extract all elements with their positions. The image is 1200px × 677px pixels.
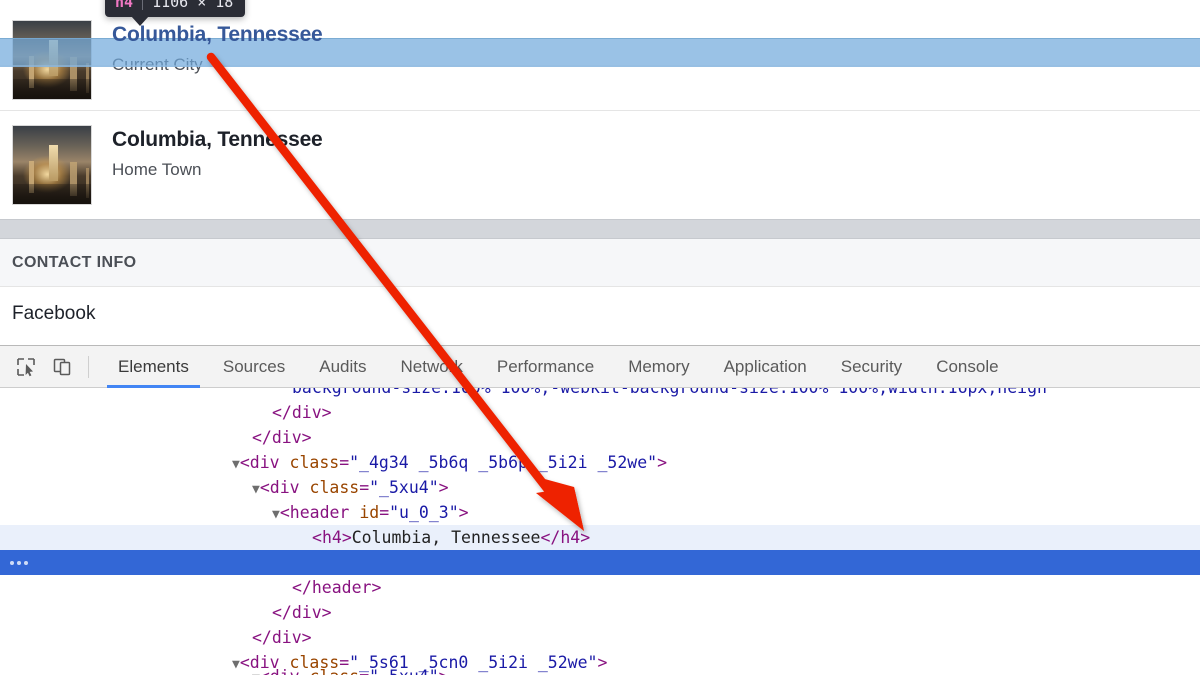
dom-line-h4-columbia[interactable]: <h4>Columbia, Tennessee</h4> (0, 525, 1200, 550)
devtools-toolbar: Elements Sources Audits Network Performa… (0, 346, 1200, 388)
devtools-inspect-screenshot: h4 1106 × 18 Columbia, Tennessee Current… (0, 0, 1200, 677)
expand-twisty-icon[interactable]: ▼ (252, 482, 260, 497)
tooltip-pointer-arrow (131, 16, 149, 26)
tooltip-tag-name: h4 (115, 0, 134, 11)
city-painting-thumbnail (12, 125, 92, 205)
tab-audits[interactable]: Audits (302, 346, 383, 388)
dom-line-div-5xu4[interactable]: ▼<div class="_5xu4"> (0, 475, 1200, 500)
tab-performance[interactable]: Performance (480, 346, 611, 388)
contact-info-header: CONTACT INFO (0, 239, 1200, 287)
dom-line-close-header[interactable]: </header> (0, 575, 1200, 600)
dom-line-div-4g34[interactable]: ▼<div class="_4g34 _5b6q _5b6p _5i2i _52… (0, 450, 1200, 475)
inspector-tooltip: h4 1106 × 18 (105, 0, 246, 26)
home-town-link[interactable]: Columbia, Tennessee (112, 127, 323, 153)
expand-twisty-icon[interactable]: ▼ (272, 507, 280, 522)
profile-row-home-town[interactable]: Columbia, Tennessee Home Town (0, 111, 1200, 219)
profile-row-text: Columbia, Tennessee Home Town (92, 125, 323, 182)
dom-line-header[interactable]: ▼<header id="u_0_3"> (0, 500, 1200, 525)
expand-twisty-icon: ▼ (252, 671, 260, 675)
tooltip-dimensions: 1106 × 18 (152, 0, 234, 11)
dom-line-clipped-bottom: ▼<div class="_5xu4"> (0, 664, 1200, 675)
dom-line-clipped-top: background-size:100% 100%;-webkit-backgr… (0, 388, 1200, 400)
tab-security[interactable]: Security (824, 346, 919, 388)
devtools-tab-bar: Elements Sources Audits Network Performa… (101, 346, 1016, 388)
inspect-element-icon[interactable] (8, 351, 44, 383)
dom-line-close-div[interactable]: </div> (0, 425, 1200, 450)
device-toolbar-icon[interactable] (44, 351, 80, 383)
tooltip-separator (142, 0, 144, 10)
tab-elements[interactable]: Elements (101, 346, 206, 388)
page-viewport: h4 1106 × 18 Columbia, Tennessee Current… (0, 0, 1200, 345)
collapsed-siblings-badge[interactable] (6, 557, 32, 569)
dom-tree[interactable]: background-size:100% 100%;-webkit-backgr… (0, 388, 1200, 675)
contact-info-title: CONTACT INFO (12, 254, 137, 271)
tab-console[interactable]: Console (919, 346, 1015, 388)
section-gap (0, 219, 1200, 239)
tab-network[interactable]: Network (384, 346, 480, 388)
dom-line-close-div[interactable]: </div> (0, 400, 1200, 425)
toolbar-divider (88, 355, 89, 378)
contact-item-facebook[interactable]: Facebook (0, 287, 1200, 325)
tab-application[interactable]: Application (707, 346, 824, 388)
dom-line-close-div[interactable]: </div> (0, 600, 1200, 625)
clipped-css-text: background-size:100% 100%;-webkit-backgr… (292, 388, 1047, 397)
devtools-panel: Elements Sources Audits Network Performa… (0, 345, 1200, 677)
dom-line-h4-current-city-selected[interactable]: <h4 class="_52jc _52ja _52jg">Current Ci… (0, 550, 1200, 575)
dom-line-close-div[interactable]: </div> (0, 625, 1200, 650)
contact-item-label: Facebook (12, 303, 96, 324)
tab-sources[interactable]: Sources (206, 346, 302, 388)
tab-memory[interactable]: Memory (611, 346, 706, 388)
expand-twisty-icon[interactable]: ▼ (232, 457, 240, 472)
home-town-label: Home Town (112, 160, 202, 179)
